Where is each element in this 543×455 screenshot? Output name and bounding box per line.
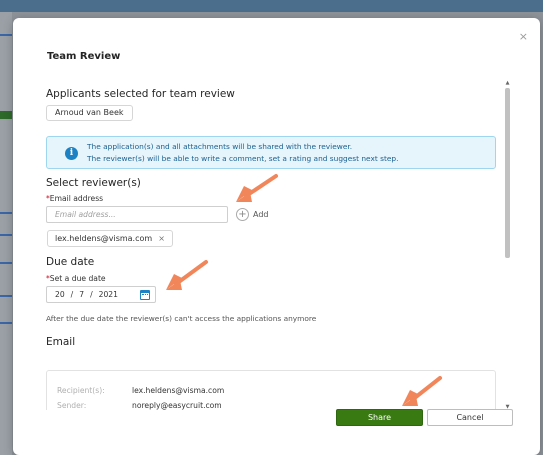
email-heading: Email	[46, 336, 76, 348]
due-date-input[interactable]: 20/7/2021	[46, 286, 156, 303]
due-date-label: *Set a due date	[46, 274, 106, 283]
team-review-modal: × Team Review Applicants selected for te…	[13, 18, 540, 455]
background-green-bar	[0, 111, 12, 119]
sender-value: noreply@easycruit.com	[132, 401, 222, 410]
background-link	[0, 212, 12, 214]
close-icon[interactable]: ×	[519, 30, 528, 43]
modal-title: Team Review	[47, 51, 121, 62]
annotation-arrow-icon	[402, 376, 442, 406]
add-reviewer-button[interactable]: + Add	[236, 208, 269, 221]
due-date-note: After the due date the reviewer(s) can't…	[46, 314, 317, 323]
email-address-label: *Email address	[46, 194, 104, 203]
background-link	[0, 262, 12, 264]
annotation-arrow-icon	[236, 174, 278, 202]
reviewer-tag: lex.heldens@visma.com ×	[47, 230, 173, 247]
plus-circle-icon: +	[236, 208, 249, 221]
modal-scroll-content[interactable]: Applicants selected for team review Arno…	[46, 80, 501, 410]
annotation-arrow-icon	[166, 260, 208, 290]
share-button[interactable]: Share	[336, 409, 423, 426]
modal-scrollbar[interactable]: ▲ ▼	[504, 80, 511, 410]
background-topbar	[0, 0, 543, 12]
info-banner: i The application(s) and all attachments…	[46, 136, 496, 169]
background-link	[0, 234, 12, 236]
applicants-heading: Applicants selected for team review	[46, 88, 235, 100]
sender-label: Sender:	[57, 401, 87, 410]
info-icon: i	[65, 147, 78, 160]
cancel-button[interactable]: Cancel	[427, 409, 513, 426]
info-line-2: The reviewer(s) will be able to write a …	[87, 154, 399, 163]
recipient-value: lex.heldens@visma.com	[132, 386, 225, 395]
background-link	[0, 34, 12, 36]
email-address-input[interactable]: Email address...	[46, 206, 228, 223]
scroll-up-icon[interactable]: ▲	[504, 80, 511, 86]
scrollbar-thumb[interactable]	[505, 88, 510, 258]
applicant-chip: Arnoud van Beek	[46, 105, 133, 121]
background-sidebar	[0, 12, 12, 455]
remove-tag-icon[interactable]: ×	[158, 234, 165, 243]
info-line-1: The application(s) and all attachments w…	[87, 142, 353, 151]
calendar-icon[interactable]	[140, 290, 150, 300]
reviewers-heading: Select reviewer(s)	[46, 177, 141, 189]
recipient-label: Recipient(s):	[57, 386, 105, 395]
background-link	[0, 322, 12, 324]
background-link	[0, 295, 12, 297]
due-date-heading: Due date	[46, 256, 95, 268]
